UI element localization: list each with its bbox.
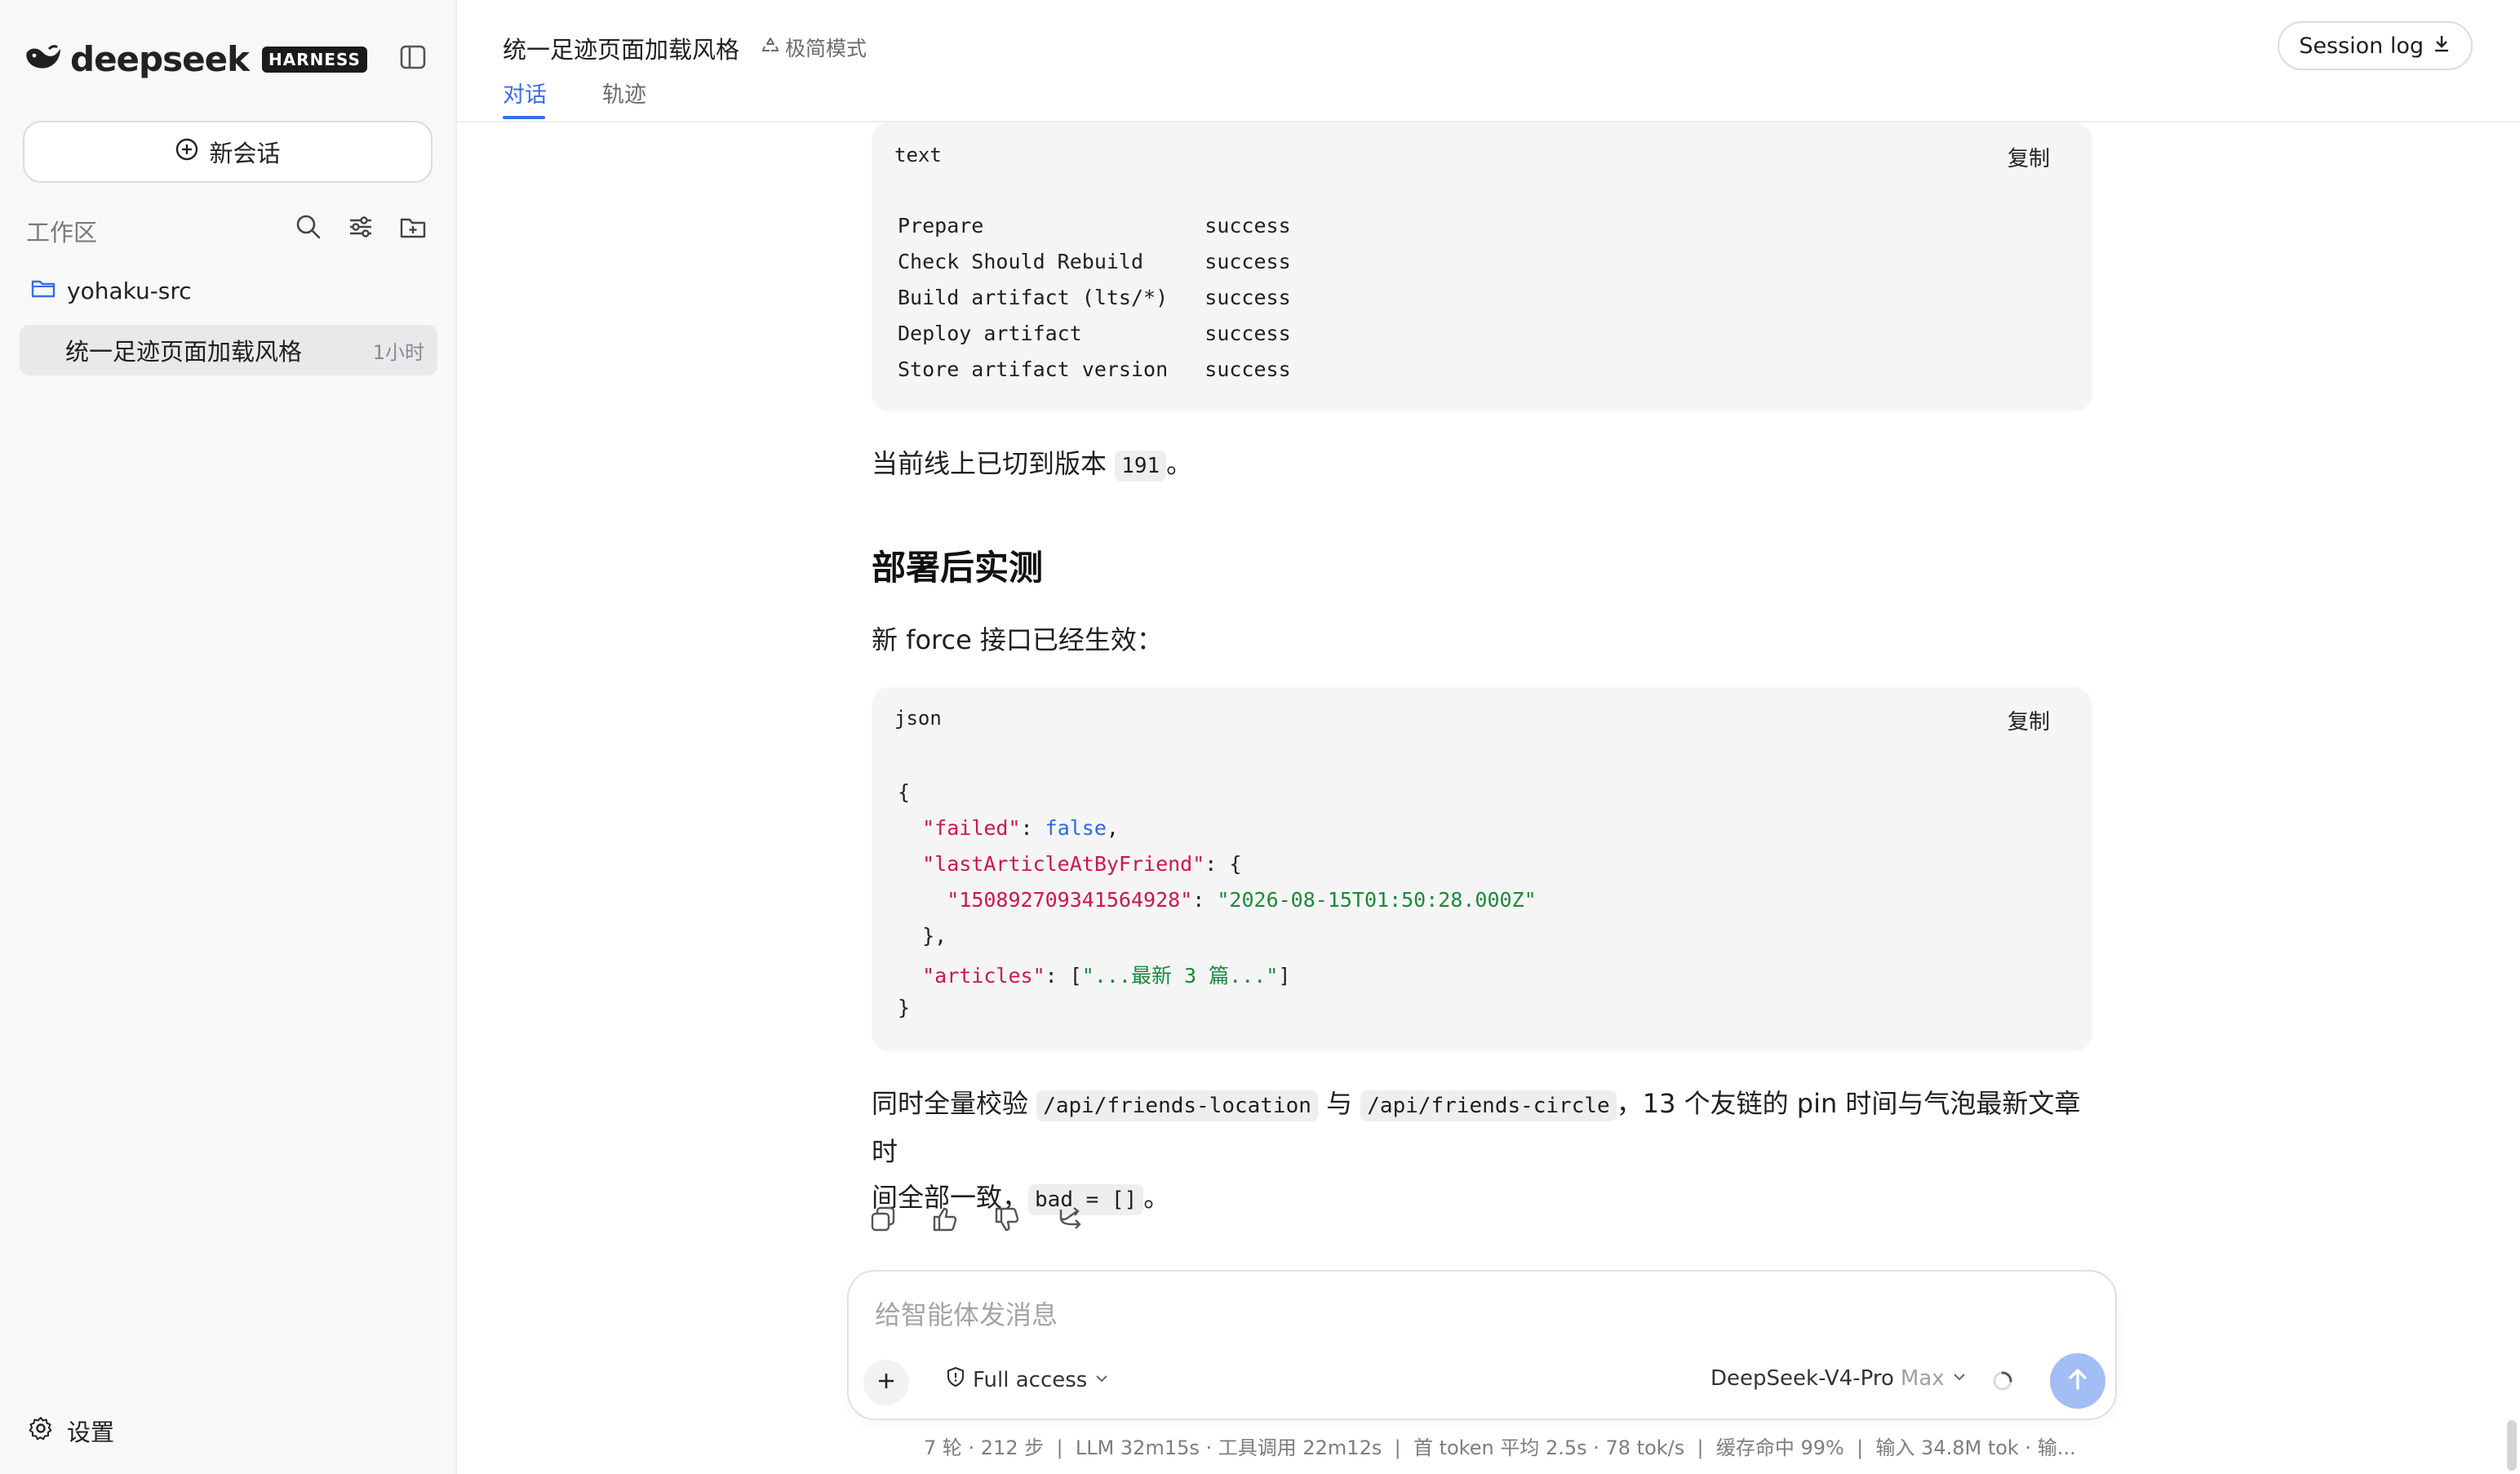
attach-button[interactable] <box>863 1360 909 1405</box>
minimal-mode-toggle[interactable]: 极简模式 <box>761 33 867 62</box>
settings-button[interactable]: 设置 <box>28 1414 114 1448</box>
workspace-folder[interactable]: yohaku-src <box>31 277 192 304</box>
new-chat-button[interactable]: 新会话 <box>23 121 433 183</box>
access-level-label: Full access <box>973 1367 1088 1392</box>
session-log-label: Session log <box>2299 33 2424 59</box>
folder-name: yohaku-src <box>67 277 192 304</box>
message-composer: Full access DeepSeek-V4-Pro Max <box>847 1270 2117 1420</box>
download-icon <box>2432 33 2451 59</box>
message-actions <box>868 1205 1084 1234</box>
whale-logo-icon <box>24 44 62 75</box>
code-line: { <box>898 780 911 804</box>
settings-label: 设置 <box>67 1419 115 1446</box>
model-select[interactable]: DeepSeek-V4-Pro Max <box>1710 1366 1968 1391</box>
sidebar-toggle-icon[interactable] <box>398 42 428 72</box>
workspace-tools <box>294 212 428 242</box>
message-input[interactable] <box>873 1291 2084 1339</box>
tab-conversation[interactable]: 对话 <box>503 77 547 109</box>
inline-code: /api/friends-location <box>1036 1090 1318 1121</box>
code-line: } <box>898 996 911 1019</box>
code-line: }, <box>922 924 947 948</box>
inline-code: 191 <box>1115 451 1167 482</box>
paragraph-text: 同时全量校验 <box>872 1088 1029 1119</box>
workspace-label: 工作区 <box>26 219 98 246</box>
session-log-button[interactable]: Session log <box>2278 21 2473 70</box>
new-chat-label: 新会话 <box>209 140 281 167</box>
plus-icon <box>875 1370 898 1396</box>
chevron-down-icon <box>1094 1368 1110 1392</box>
code-language-label: json <box>894 707 942 730</box>
session-title: 统一足迹页面加载风格 <box>65 338 303 366</box>
tab-trace[interactable]: 轨迹 <box>602 77 646 109</box>
code-line: Check Should Rebuild success <box>898 250 1291 273</box>
code-line: "150892709341564928": "2026-08-15T01:50:… <box>947 888 1537 912</box>
scrollbar[interactable] <box>2507 1420 2517 1471</box>
model-name: DeepSeek-V4-Pro <box>1710 1366 1894 1391</box>
chevron-down-icon <box>1951 1366 1968 1391</box>
folder-icon <box>31 277 55 304</box>
header: 统一足迹页面加载风格 极简模式 对话 轨迹 Session log <box>457 0 2520 122</box>
paragraph-text: 与 <box>1326 1088 1353 1119</box>
code-line: Store artifact version success <box>898 357 1291 381</box>
copy-code-button[interactable]: 复制 <box>2008 705 2050 735</box>
code-line: Prepare success <box>898 214 1291 238</box>
copy-icon[interactable] <box>868 1205 898 1234</box>
message-paragraph: 当前线上已切到版本 191。 <box>872 441 1192 489</box>
message-paragraph: 新 force 接口已经生效： <box>872 624 1163 655</box>
loading-spinner-icon <box>1991 1370 2014 1392</box>
branch-icon[interactable] <box>1054 1205 1084 1234</box>
page-title: 统一足迹页面加载风格 <box>503 36 740 64</box>
active-tab-indicator <box>503 116 545 119</box>
logo-badge: HARNESS <box>262 46 367 73</box>
code-language-label: text <box>894 144 942 166</box>
arrow-up-icon <box>2064 1365 2092 1396</box>
code-block-json: json 复制 { "failed": false, "lastArticleA… <box>872 687 2092 1051</box>
logo[interactable]: deepseek HARNESS <box>24 39 367 79</box>
session-stats: 7 轮 · 212 步 | LLM 32m15s · 工具调用 22m12s |… <box>924 1436 2076 1459</box>
minimal-mode-label: 极简模式 <box>785 37 867 60</box>
filter-sliders-icon[interactable] <box>346 212 375 242</box>
shield-icon <box>945 1366 966 1393</box>
plus-circle-icon <box>175 137 199 167</box>
model-tier: Max <box>1900 1366 1945 1391</box>
code-line: Build artifact (lts/*) success <box>898 286 1291 309</box>
send-button[interactable] <box>2050 1353 2105 1409</box>
recycle-icon <box>761 35 780 60</box>
code-line: "lastArticleAtByFriend": { <box>922 852 1242 876</box>
session-time: 1小时 <box>372 340 424 364</box>
copy-code-button[interactable]: 复制 <box>2008 142 2050 172</box>
thumbs-down-icon[interactable] <box>992 1205 1022 1234</box>
paragraph-text: 。 <box>1143 1182 1170 1213</box>
message-paragraph: 同时全量校验 /api/friends-location 与 /api/frie… <box>872 1081 2096 1223</box>
access-level-select[interactable]: Full access <box>945 1366 1110 1393</box>
session-item[interactable]: 统一足迹页面加载风格 1小时 <box>20 325 437 375</box>
code-line: "articles": ["...最新 3 篇..."] <box>922 964 1291 988</box>
inline-code: /api/friends-circle <box>1360 1090 1617 1121</box>
sidebar: deepseek HARNESS 新会话 工作区 yohaku-src 统一足迹… <box>0 0 457 1474</box>
new-folder-icon[interactable] <box>398 212 428 242</box>
paragraph-text: 。 <box>1166 448 1193 479</box>
code-line: Deploy artifact success <box>898 322 1291 345</box>
thumbs-up-icon[interactable] <box>930 1205 960 1234</box>
code-line: "failed": false, <box>922 816 1119 840</box>
gear-icon <box>28 1415 54 1447</box>
search-icon[interactable] <box>294 212 323 242</box>
code-block-text: text 复制 Prepare success Check Should Reb… <box>872 122 2092 411</box>
section-heading: 部署后实测 <box>872 548 1044 588</box>
logo-wordmark: deepseek <box>70 39 250 79</box>
paragraph-text: 当前线上已切到版本 <box>872 448 1107 479</box>
